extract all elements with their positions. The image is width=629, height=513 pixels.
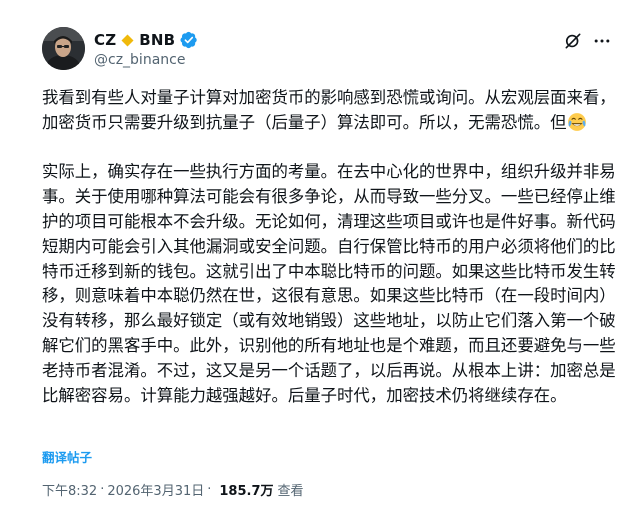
tweet-paragraph-2: 实际上，确实存在一些执行方面的考量。在去中心化的世界中，组织升级并非易事。关于使…	[42, 162, 616, 405]
more-icon[interactable]	[592, 31, 612, 51]
views-label: 查看	[277, 484, 304, 499]
bnb-diamond-icon	[121, 34, 134, 46]
verified-badge-icon[interactable]	[180, 31, 198, 49]
grok-icon[interactable]	[563, 31, 583, 51]
author-name-part1[interactable]: CZ	[94, 31, 116, 49]
face-with-tears-of-joy-icon	[567, 112, 586, 131]
post-meta: 下午8:32 · 2026年3月31日 · 185.7万 查看	[42, 480, 304, 499]
author-name-row[interactable]: CZ BNB	[94, 29, 198, 51]
post-time[interactable]: 下午8:32	[42, 480, 97, 499]
author-name-part2[interactable]: BNB	[139, 31, 175, 49]
meta-separator-2: ·	[207, 482, 212, 497]
avatar-image	[42, 27, 85, 70]
avatar[interactable]	[42, 27, 85, 70]
translate-post-link[interactable]: 翻译帖子	[42, 447, 92, 466]
tweet-post: CZ BNB @cz_binance 我看到有些人对量子计算对加密货币的影响感到…	[0, 0, 629, 513]
tweet-paragraph-1: 我看到有些人对量子计算对加密货币的影响感到恐慌或询问。从宏观层面来看，加密货币只…	[42, 86, 617, 136]
tweet-paragraph-1-text: 我看到有些人对量子计算对加密货币的影响感到恐慌或询问。从宏观层面来看，加密货币只…	[42, 88, 616, 132]
tweet-text: 我看到有些人对量子计算对加密货币的影响感到恐慌或询问。从宏观层面来看，加密货币只…	[42, 86, 617, 408]
meta-separator: ·	[100, 482, 105, 497]
author-handle[interactable]: @cz_binance	[94, 52, 185, 68]
post-date[interactable]: 2026年3月31日	[107, 480, 204, 499]
views-count: 185.7万	[219, 484, 274, 499]
